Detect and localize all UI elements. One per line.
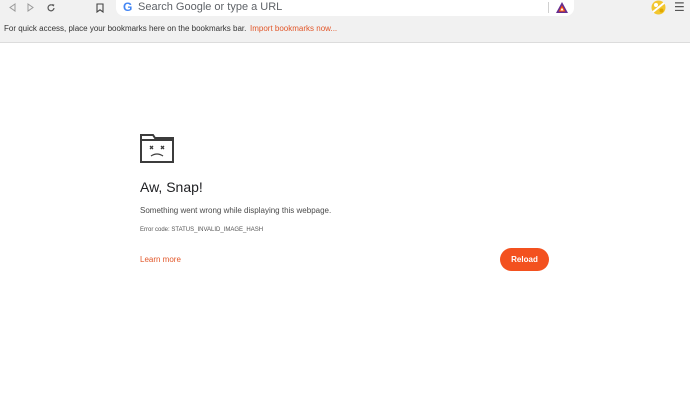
bookmark-icon	[96, 2, 104, 13]
omnibox-divider	[548, 2, 549, 13]
back-button[interactable]	[4, 0, 20, 15]
forward-button[interactable]	[22, 0, 38, 15]
import-bookmarks-link[interactable]: Import bookmarks now...	[250, 16, 337, 42]
error-message: Something went wrong while displaying th…	[140, 206, 332, 215]
sad-folder-icon	[140, 134, 174, 163]
address-input[interactable]	[138, 0, 538, 14]
hamburger-menu-icon[interactable]: ☰	[674, 1, 685, 14]
bookmarks-bar: For quick access, place your bookmarks h…	[0, 16, 690, 43]
brave-rewards-icon[interactable]	[555, 1, 569, 14]
error-code: Error code: STATUS_INVALID_IMAGE_HASH	[140, 227, 264, 233]
back-icon	[8, 3, 15, 12]
learn-more-link[interactable]: Learn more	[140, 255, 181, 264]
forward-icon	[27, 3, 34, 12]
browser-toolbar: G ☰	[0, 0, 690, 16]
omnibox[interactable]: G	[116, 0, 574, 16]
error-title: Aw, Snap!	[140, 179, 203, 195]
reload-page-button[interactable]	[43, 0, 59, 15]
bookmarks-hint: For quick access, place your bookmarks h…	[4, 24, 247, 33]
google-g-icon: G	[123, 0, 133, 14]
bookmark-button[interactable]	[92, 0, 108, 15]
reload-icon	[47, 3, 55, 11]
profile-avatar-icon[interactable]	[651, 0, 666, 15]
reload-button[interactable]: Reload	[500, 248, 549, 271]
